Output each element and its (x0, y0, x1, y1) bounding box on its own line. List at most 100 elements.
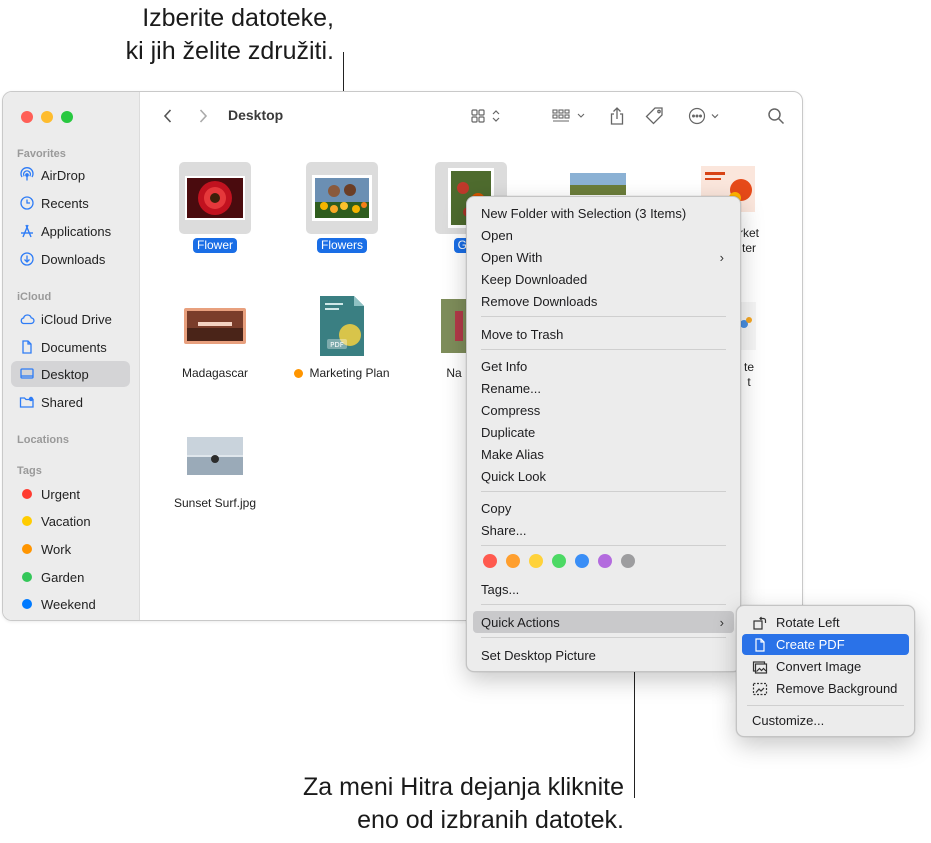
sidebar-tag-weekend[interactable]: Weekend (11, 591, 130, 617)
pdf-document-icon: PDF (320, 296, 364, 356)
document-icon (752, 637, 768, 653)
tag-color-purple[interactable] (598, 554, 612, 568)
sidebar-item-label: Shared (41, 394, 83, 410)
tag-dot-red (22, 489, 32, 499)
menu-rename[interactable]: Rename... (473, 377, 734, 399)
quick-action-rotate-left[interactable]: Rotate Left (742, 612, 909, 633)
quick-action-create-pdf[interactable]: Create PDF (742, 634, 909, 655)
sidebar-item-shared[interactable]: Shared (11, 389, 130, 415)
sidebar-item-icloud-drive[interactable]: iCloud Drive (11, 306, 130, 332)
menu-quick-actions[interactable]: Quick Actions › (473, 611, 734, 633)
menu-separator (481, 349, 726, 350)
forward-button[interactable] (193, 104, 213, 128)
menu-new-folder-with-selection[interactable]: New Folder with Selection (3 Items) (473, 202, 734, 224)
rotate-left-icon (752, 615, 768, 631)
group-icon (552, 109, 585, 122)
menu-open-with[interactable]: Open With › (473, 246, 734, 268)
file-thumbnail (306, 162, 378, 234)
menu-keep-downloaded[interactable]: Keep Downloaded (473, 268, 734, 290)
sidebar-section-tags[interactable]: Tags (17, 465, 42, 477)
sidebar-item-label: Work (41, 541, 72, 557)
tag-color-green[interactable] (552, 554, 566, 568)
quick-action-label: Rotate Left (776, 615, 840, 630)
sidebar-item-label: iCloud Drive (41, 311, 112, 327)
sidebar-item-downloads[interactable]: Downloads (11, 246, 130, 272)
file-thumbnail (179, 162, 251, 234)
chevron-right-icon: › (719, 614, 724, 630)
callout-bottom-line2: eno od izbranih datotek. (357, 806, 624, 834)
madagascar-thumbnail (184, 308, 246, 344)
file-flowers[interactable]: Flowers (287, 162, 397, 253)
callout-quick-actions: Za meni Hitra dejanja kliknite eno od iz… (220, 771, 624, 837)
sidebar-item-label: Urgent (41, 486, 81, 502)
file-name-line1: rket (738, 226, 759, 240)
menu-item-label: Quick Actions (481, 614, 560, 630)
callout-top-line2: ki jih želite združiti. (125, 37, 334, 65)
menu-share[interactable]: Share... (473, 519, 734, 541)
zoom-window-button[interactable] (61, 111, 73, 123)
sidebar-tag-work[interactable]: Work (11, 536, 130, 562)
menu-duplicate[interactable]: Duplicate (473, 421, 734, 443)
menu-get-info[interactable]: Get Info (473, 355, 734, 377)
convert-image-icon (752, 659, 768, 675)
group-button[interactable] (550, 104, 588, 128)
sidebar-item-desktop[interactable]: Desktop (11, 361, 130, 387)
tag-color-red[interactable] (483, 554, 497, 568)
sidebar-tag-urgent[interactable]: Urgent (11, 481, 130, 507)
sidebar-item-recents[interactable]: Recents (11, 190, 130, 216)
file-marketing-plan[interactable]: PDF Marketing Plan (287, 290, 397, 381)
menu-tags[interactable]: Tags... (473, 578, 734, 600)
file-name-partial: te t (740, 360, 758, 390)
search-button[interactable] (765, 104, 787, 128)
menu-make-alias[interactable]: Make Alias (473, 443, 734, 465)
more-actions-button[interactable] (686, 104, 724, 128)
landscape-photo-thumbnail (568, 171, 628, 197)
submenu-separator (747, 705, 904, 706)
file-madagascar[interactable]: Madagascar (160, 290, 270, 381)
tag-dot-orange (294, 369, 304, 378)
sidebar-item-label: AirDrop (41, 167, 86, 183)
sidebar-item-label: Garden (41, 569, 85, 585)
menu-move-to-trash[interactable]: Move to Trash (473, 323, 734, 345)
back-button[interactable] (158, 104, 178, 128)
file-thumbnail (179, 420, 251, 492)
share-button[interactable] (605, 104, 629, 128)
clock-icon (19, 195, 35, 211)
menu-copy[interactable]: Copy (473, 497, 734, 519)
quick-action-customize[interactable]: Customize... (742, 710, 909, 731)
sidebar-item-documents[interactable]: Documents (11, 334, 130, 360)
menu-quick-look[interactable]: Quick Look (473, 465, 734, 487)
sidebar-item-label: Weekend (41, 596, 96, 612)
sidebar-tag-vacation[interactable]: Vacation (11, 508, 130, 534)
sidebar-tag-garden[interactable]: Garden (11, 564, 130, 590)
quick-action-remove-background[interactable]: Remove Background (742, 678, 909, 699)
menu-open[interactable]: Open (473, 224, 734, 246)
tag-color-gray[interactable] (621, 554, 635, 568)
quick-action-label: Convert Image (776, 659, 862, 674)
context-menu: New Folder with Selection (3 Items) Open… (466, 196, 741, 672)
sidebar-item-airdrop[interactable]: AirDrop (11, 162, 130, 188)
file-flower[interactable]: Flower (160, 162, 270, 253)
tag-color-orange[interactable] (506, 554, 520, 568)
close-window-button[interactable] (21, 111, 33, 123)
ellipsis-circle-icon (688, 107, 719, 125)
minimize-window-button[interactable] (41, 111, 53, 123)
menu-set-desktop-picture[interactable]: Set Desktop Picture (473, 644, 734, 666)
quick-actions-submenu: Rotate Left Create PDF Convert Image Rem… (736, 605, 915, 737)
window-title: Desktop (228, 107, 284, 123)
tag-color-blue[interactable] (575, 554, 589, 568)
menu-compress[interactable]: Compress (473, 399, 734, 421)
view-mode-button[interactable] (468, 104, 506, 128)
tag-dot-orange (22, 544, 32, 554)
callout-select-files: Izberite datoteke, ki jih želite združit… (60, 2, 334, 68)
file-sunset-surf[interactable]: Sunset Surf.jpg (160, 420, 270, 511)
sidebar-item-applications[interactable]: Applications (11, 218, 130, 244)
quick-action-convert-image[interactable]: Convert Image (742, 656, 909, 677)
sidebar-section-favorites: Favorites (17, 148, 66, 160)
sidebar-section-locations[interactable]: Locations (17, 434, 69, 446)
menu-remove-downloads[interactable]: Remove Downloads (473, 290, 734, 312)
tag-color-yellow[interactable] (529, 554, 543, 568)
sidebar-item-label: Documents (41, 339, 107, 355)
tag-button[interactable] (643, 104, 667, 128)
flowers-photo-thumbnail (312, 175, 372, 221)
